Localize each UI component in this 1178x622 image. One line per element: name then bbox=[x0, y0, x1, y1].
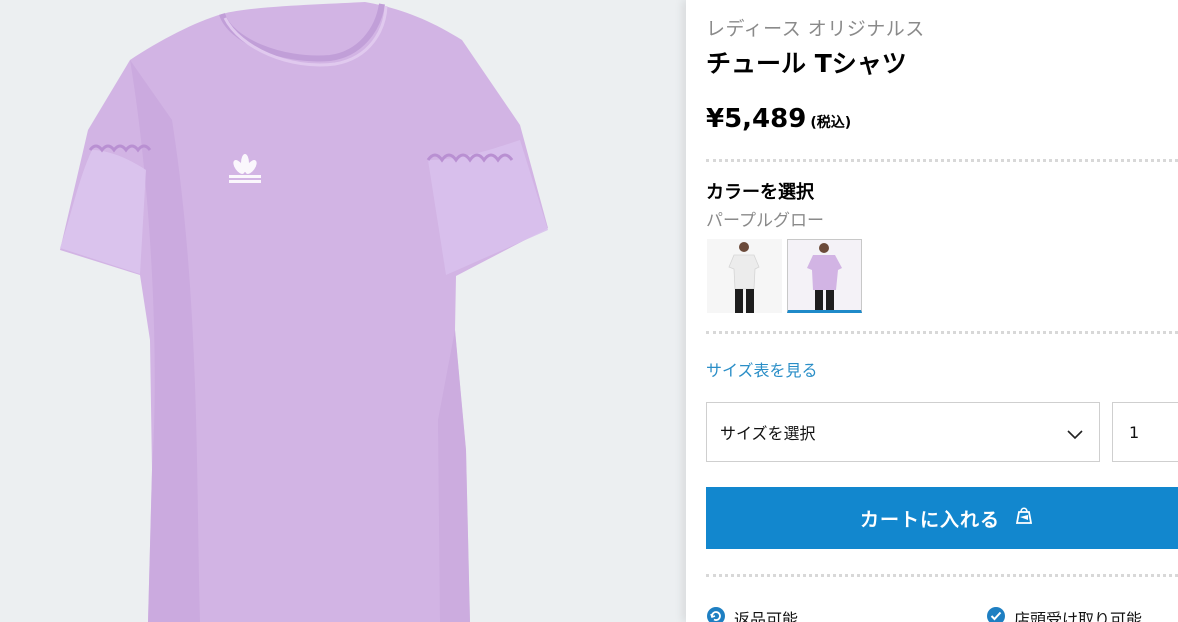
add-to-cart-button[interactable]: カートに入れる bbox=[706, 487, 1178, 549]
divider bbox=[706, 331, 1178, 334]
size-chart-link[interactable]: サイズ表を見る bbox=[706, 357, 818, 381]
divider bbox=[706, 159, 1178, 162]
store-pickup-label: 店頭受け取り可能 bbox=[1014, 610, 1143, 622]
chevron-down-icon bbox=[1067, 425, 1083, 444]
model-thumbnail bbox=[707, 239, 782, 313]
model-thumbnail bbox=[788, 240, 861, 310]
price-row: ¥5,489 (税込) bbox=[706, 104, 851, 134]
size-select-label: サイズを選択 bbox=[720, 424, 816, 443]
returnable-feature: 返品可能 bbox=[706, 606, 798, 622]
size-select[interactable]: サイズを選択 bbox=[706, 402, 1100, 462]
selected-color-name: パープルグロー bbox=[706, 211, 824, 231]
add-to-cart-label: カートに入れる bbox=[859, 509, 1000, 531]
tax-note: (税込) bbox=[810, 115, 852, 131]
quantity-select[interactable]: 1 bbox=[1112, 402, 1178, 462]
product-category: レディース オリジナルス bbox=[706, 18, 925, 40]
return-icon bbox=[706, 606, 726, 622]
color-heading: カラーを選択 bbox=[706, 182, 814, 203]
returnable-label: 返品可能 bbox=[734, 610, 799, 622]
product-price: ¥5,489 bbox=[706, 104, 807, 134]
product-image[interactable] bbox=[0, 0, 686, 622]
product-title: チュール Tシャツ bbox=[706, 49, 907, 78]
store-pickup-feature: 店頭受け取り可能 bbox=[986, 606, 1142, 622]
color-swatch-white[interactable] bbox=[707, 239, 782, 313]
product-details: レディース オリジナルス チュール Tシャツ ¥5,489 (税込) カラーを選… bbox=[686, 0, 1178, 622]
product-page: レディース オリジナルス チュール Tシャツ ¥5,489 (税込) カラーを選… bbox=[0, 0, 1178, 622]
divider bbox=[706, 574, 1178, 577]
check-circle-icon bbox=[986, 606, 1006, 622]
color-swatch-purple-glow[interactable] bbox=[787, 239, 862, 313]
shopping-bag-icon bbox=[1015, 506, 1033, 530]
tshirt-illustration bbox=[60, 2, 548, 622]
